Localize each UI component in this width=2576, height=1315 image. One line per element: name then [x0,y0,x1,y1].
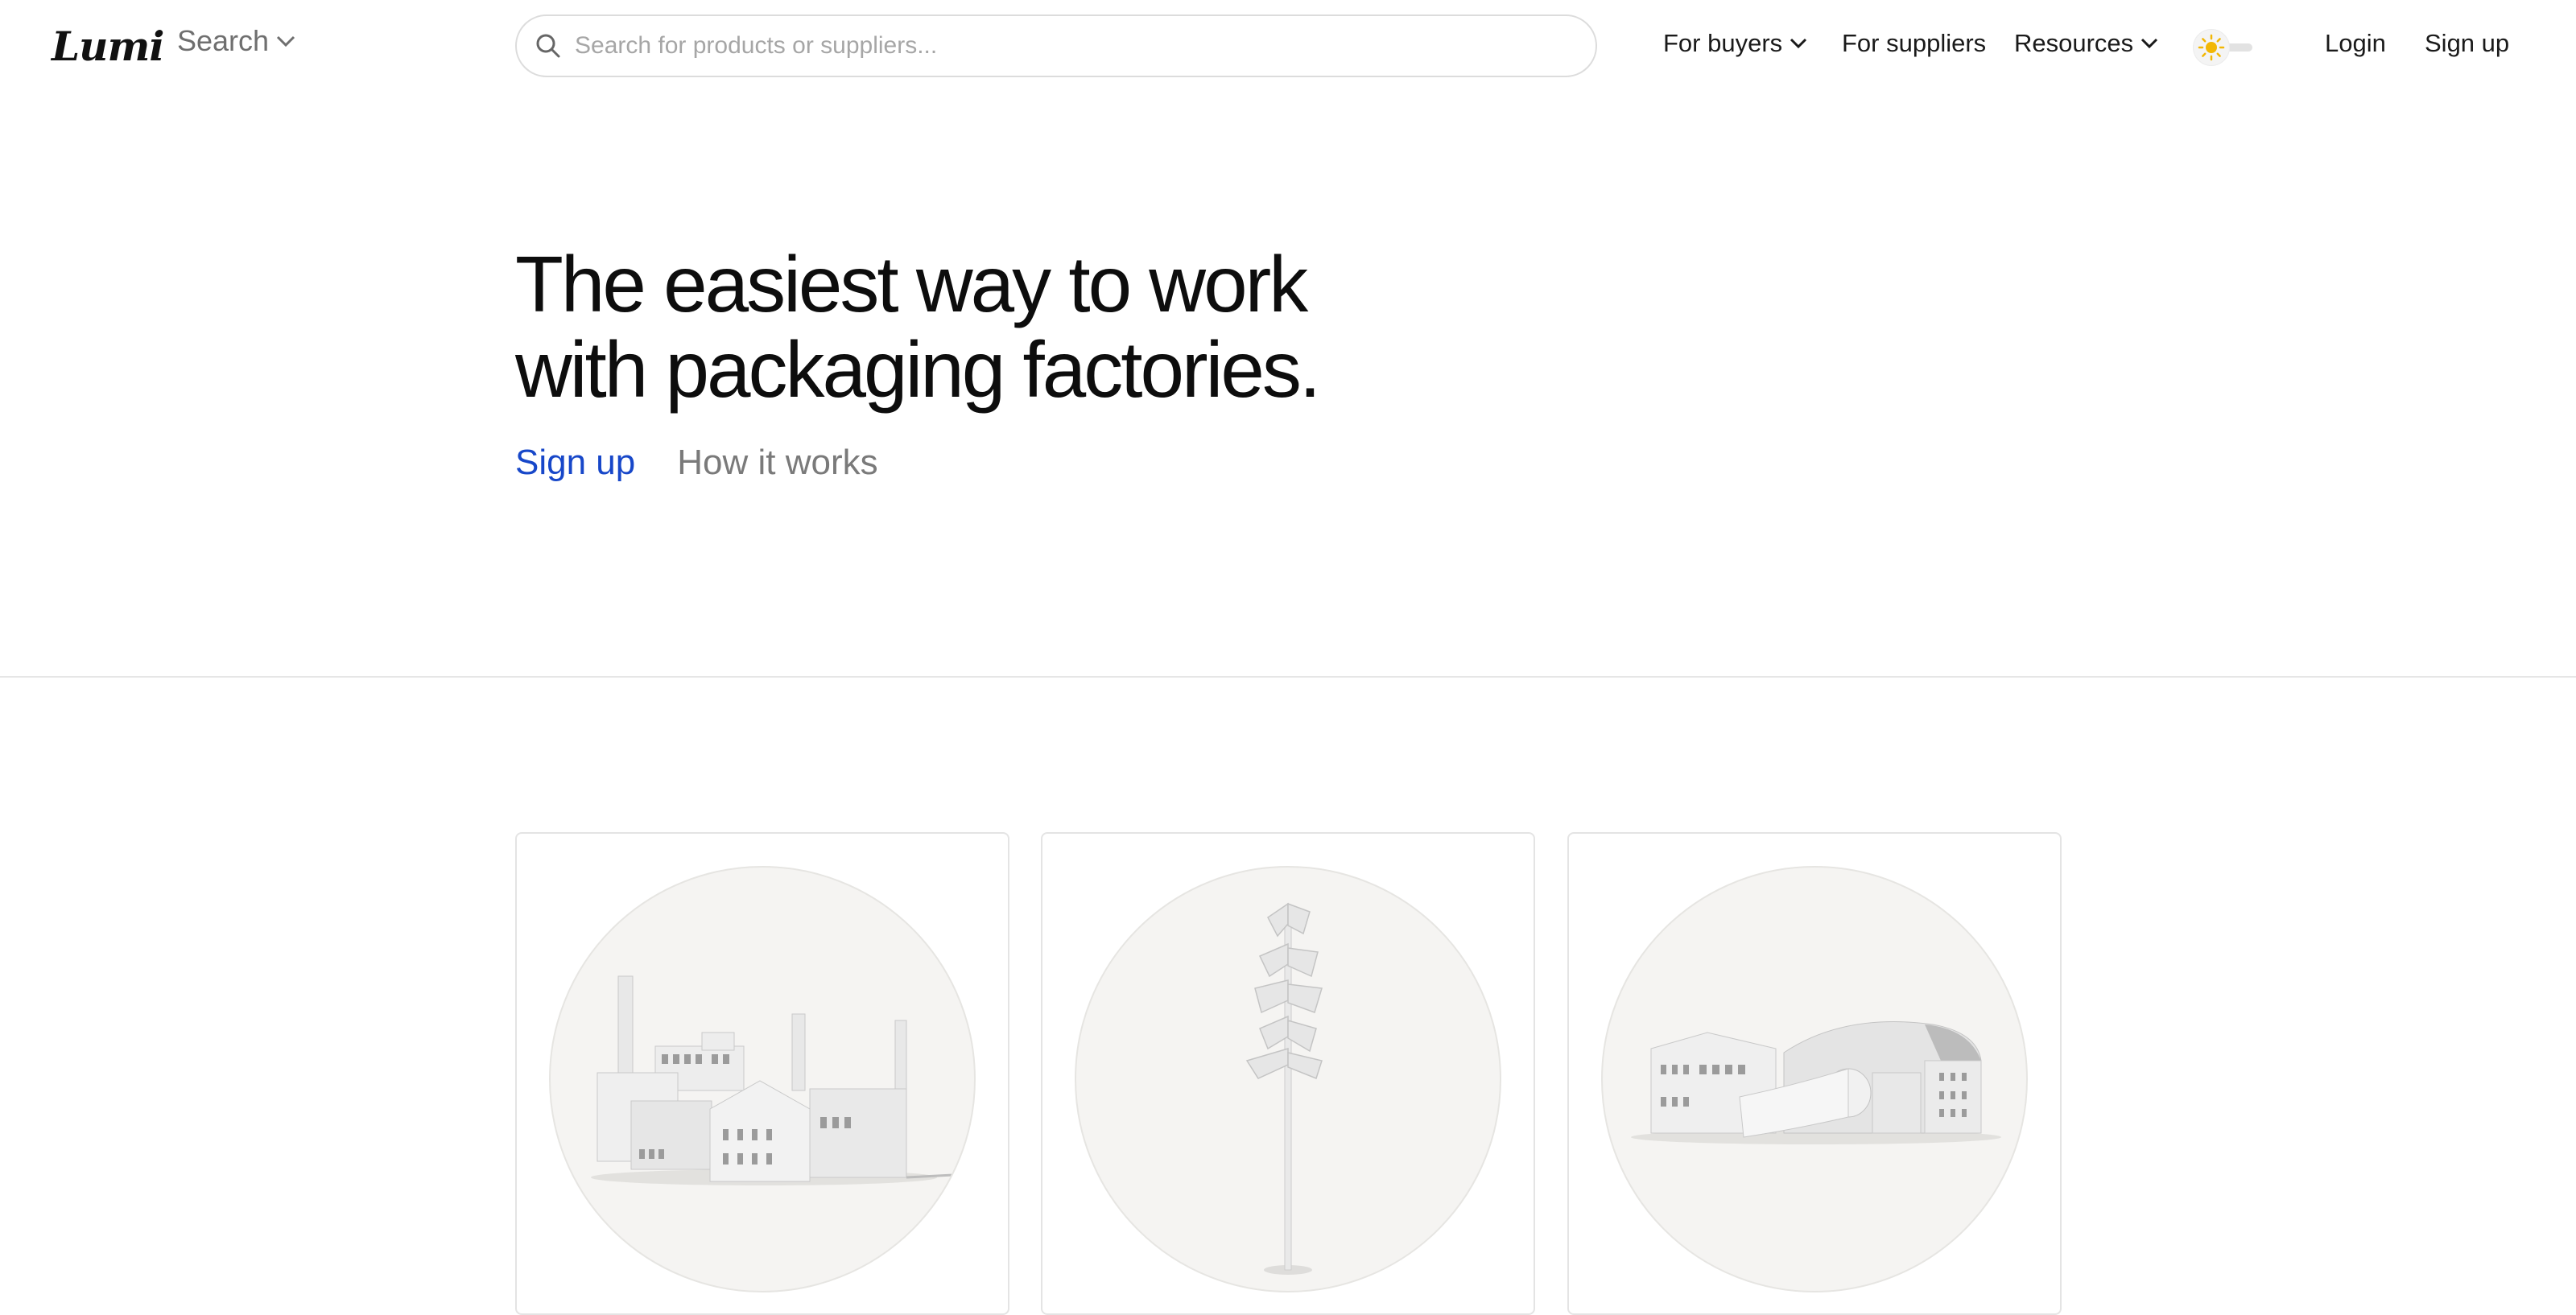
search-input[interactable] [573,31,1539,60]
hero-signup-link[interactable]: Sign up [515,443,635,483]
site-header: Lumi Search For buyers For suppliers Res… [0,0,2576,95]
paper-mill-illustration [1631,1021,2001,1144]
chevron-down-icon [1790,38,1807,49]
tree-illustration [1245,902,1323,1275]
sun-icon [2198,34,2225,61]
how-it-works-link[interactable]: How it works [677,443,877,483]
feature-card-paper-mill[interactable] [1567,832,2062,1315]
chevron-down-icon [2141,38,2158,49]
nav-resources-label: Resources [2014,29,2134,57]
section-divider [0,676,2576,678]
theme-toggle-knob [2193,29,2230,66]
search-menu-dropdown[interactable]: Search [177,24,296,58]
search-icon [536,34,560,58]
factory-illustration [591,975,954,1185]
card-circle [1601,866,2028,1292]
feature-card-factory[interactable] [515,832,1009,1315]
lumi-logo[interactable]: Lumi [52,19,164,74]
nav-for-suppliers[interactable]: For suppliers [1842,29,1986,58]
hero-title: The easiest way to work with packaging f… [515,241,1562,412]
hero-cta-links: Sign up How it works [515,443,878,483]
search-menu-label: Search [177,24,270,57]
hero-title-line-2: with packaging factories. [515,325,1321,414]
search-bar[interactable] [515,14,1597,77]
nav-for-suppliers-label: For suppliers [1842,29,1987,57]
nav-resources[interactable]: Resources [2014,29,2159,58]
login-link[interactable]: Login [2325,29,2386,58]
hero-title-line-1: The easiest way to work [515,240,1308,328]
chevron-down-icon [277,35,295,47]
nav-for-buyers[interactable]: For buyers [1663,29,1808,58]
nav-for-buyers-label: For buyers [1663,29,1783,57]
theme-toggle[interactable] [2193,29,2254,66]
feature-card-tree[interactable] [1041,832,1535,1315]
card-circle [549,866,976,1292]
header-signup-link[interactable]: Sign up [2425,29,2509,58]
card-circle [1075,866,1501,1292]
